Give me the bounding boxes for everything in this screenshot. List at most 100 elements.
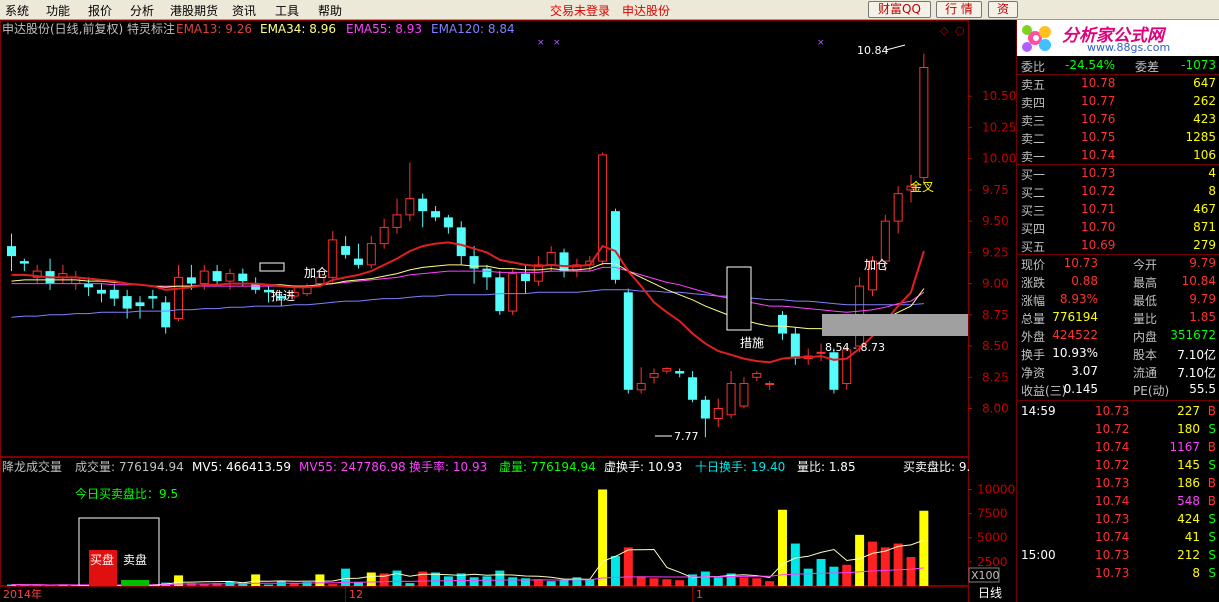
- stat-value: 55.5: [1189, 382, 1216, 396]
- weibi-row[interactable]: 委比 -24.54% 委差 -1073: [1017, 56, 1219, 74]
- stat-row[interactable]: 现价 10.73 今开 9.79: [1017, 254, 1219, 272]
- stat-label: 总量: [1021, 312, 1046, 326]
- ask-level-row[interactable]: 卖四 10.77 262: [1017, 92, 1219, 110]
- menu-tools[interactable]: 工具: [275, 2, 299, 19]
- quote-button[interactable]: 行 情: [936, 1, 982, 18]
- tick-volume: 180: [1177, 422, 1200, 436]
- circle-icon[interactable]: ○: [955, 24, 965, 37]
- annotation-tuijin: 推进: [271, 289, 295, 303]
- stat-row[interactable]: 涨跌 0.88 最高 10.84: [1017, 272, 1219, 290]
- tick-row[interactable]: 10.72 145 S: [1017, 456, 1219, 474]
- candlestick: [752, 371, 762, 382]
- stat-row[interactable]: 总量 776194 量比 1.85: [1017, 308, 1219, 326]
- volume-axis-label: 5000: [977, 531, 1008, 545]
- sell-label: 卖盘: [123, 552, 147, 567]
- virtual-volume-value: 虚量: 776194.94: [499, 460, 596, 474]
- tick-row[interactable]: 10.74 548 B: [1017, 492, 1219, 510]
- bid-level-row[interactable]: 买五 10.69 279: [1017, 236, 1219, 254]
- menu-news[interactable]: 资讯: [232, 2, 256, 19]
- volume-bar: [610, 556, 620, 586]
- ask-level-label: 卖三: [1021, 114, 1046, 128]
- candlestick: [58, 264, 68, 284]
- candle-body-up: [739, 383, 749, 407]
- volume-bar: [713, 577, 723, 586]
- candlestick: [443, 214, 453, 234]
- candle-body-up: [199, 270, 209, 285]
- tick-row[interactable]: 14:59 10.73 227 B: [1017, 402, 1219, 420]
- tick-row[interactable]: 10.73 186 B: [1017, 474, 1219, 492]
- ema55-label: EMA55: 8.93: [346, 22, 422, 36]
- volume-bar: [906, 557, 916, 586]
- menu-quote[interactable]: 报价: [88, 2, 112, 19]
- sell-bar: [121, 580, 149, 586]
- price-axis-label: 10.50: [982, 89, 1016, 103]
- bid-level-row[interactable]: 买二 10.72 8: [1017, 182, 1219, 200]
- tick-row[interactable]: 10.74 1167 B: [1017, 438, 1219, 456]
- bid-level-row[interactable]: 买四 10.70 871: [1017, 218, 1219, 236]
- stat-value: 351672: [1170, 328, 1216, 342]
- kline-chart-area[interactable]: 申达股份(日线,前复权) 特灵标注 EMA13: 9.26 EMA34: 8.9…: [0, 20, 1016, 602]
- ema34-label: EMA34: 8.96: [260, 22, 336, 36]
- trade-login-status[interactable]: 交易未登录: [550, 2, 610, 19]
- menu-analysis[interactable]: 分析: [130, 2, 154, 19]
- volume-bar: [508, 577, 518, 586]
- logo-url: www.88gs.com: [1087, 41, 1171, 54]
- volume-bar: [315, 574, 325, 586]
- high-price-label: 10.84: [857, 44, 889, 57]
- candle-body-up: [546, 251, 556, 266]
- bid-level-label: 买一: [1021, 168, 1046, 182]
- tick-row[interactable]: 15:00 10.73 212 S: [1017, 546, 1219, 564]
- menu-system[interactable]: 系统: [5, 2, 29, 19]
- current-stock-name: 申达股份: [622, 4, 671, 18]
- diamond-icon[interactable]: ◇: [940, 24, 949, 37]
- ask-level-label: 卖五: [1021, 78, 1046, 92]
- virtual-turnover-value: 虚换手: 10.93: [604, 460, 682, 474]
- tick-row[interactable]: 10.73 8 S: [1017, 564, 1219, 582]
- info-button[interactable]: 资: [988, 1, 1018, 18]
- ask-level-row[interactable]: 卖一 10.74 106: [1017, 146, 1219, 164]
- candle-body-down: [469, 256, 479, 269]
- ask-level-label: 卖一: [1021, 150, 1046, 164]
- volume-bar: [700, 571, 710, 586]
- date-label-2014: 2014年: [3, 587, 42, 601]
- stat-row[interactable]: 收益(三) 0.145 PE(动) 55.5: [1017, 380, 1219, 398]
- menu-help[interactable]: 帮助: [318, 2, 342, 19]
- stat-label: 今开: [1133, 258, 1158, 272]
- stat-value: 0.88: [1071, 274, 1098, 288]
- wealth-qq-button[interactable]: 财富QQ: [868, 1, 931, 18]
- stat-row[interactable]: 外盘 424522 内盘 351672: [1017, 326, 1219, 344]
- menu-hk-futures[interactable]: 港股期货: [170, 2, 218, 19]
- tick-row[interactable]: 10.74 41 S: [1017, 528, 1219, 546]
- tick-row[interactable]: 10.72 180 S: [1017, 420, 1219, 438]
- stat-row[interactable]: 净资 3.07 流通 7.10亿: [1017, 362, 1219, 380]
- stat-row[interactable]: 涨幅 8.93% 最低 9.79: [1017, 290, 1219, 308]
- menu-function[interactable]: 功能: [46, 2, 70, 19]
- volume-bar: [662, 579, 672, 586]
- candle-body-up: [328, 239, 338, 278]
- ask-level-row[interactable]: 卖三 10.76 423: [1017, 110, 1219, 128]
- price-axis-label: 9.50: [982, 214, 1009, 228]
- bid-level-row[interactable]: 买一 10.73 4: [1017, 164, 1219, 182]
- candlestick: [7, 233, 16, 272]
- price-axis-label: 8.75: [982, 308, 1009, 322]
- ask-level-row[interactable]: 卖二 10.75 1285: [1017, 128, 1219, 146]
- annotation-jiacang-1: 加仓: [304, 266, 328, 280]
- stat-value: 10.93%: [1052, 346, 1098, 360]
- tick-time: 14:59: [1021, 404, 1056, 418]
- tick-row[interactable]: 10.73 424 S: [1017, 510, 1219, 528]
- kline-chart[interactable]: 申达股份(日线,前复权) 特灵标注 EMA13: 9.26 EMA34: 8.9…: [0, 20, 1016, 602]
- ema120-line: [11, 289, 924, 318]
- volume-ratio-value: 量比: 1.85: [797, 460, 856, 474]
- ask-level-row[interactable]: 卖五 10.78 647: [1017, 74, 1219, 92]
- volume-bar: [598, 489, 608, 586]
- tick-side: S: [1208, 566, 1216, 580]
- price-axis-label: 10.25: [982, 120, 1016, 134]
- tick-price: 10.73: [1095, 548, 1130, 562]
- stat-row[interactable]: 换手 10.93% 股本 7.10亿: [1017, 344, 1219, 362]
- bid-level-label: 买三: [1021, 204, 1046, 218]
- period-label[interactable]: 日线: [978, 586, 1002, 600]
- price-axis-label: 9.00: [982, 277, 1009, 291]
- bid-level-row[interactable]: 买三 10.71 467: [1017, 200, 1219, 218]
- candle-body-down: [456, 227, 466, 257]
- candle-body-down: [610, 211, 620, 280]
